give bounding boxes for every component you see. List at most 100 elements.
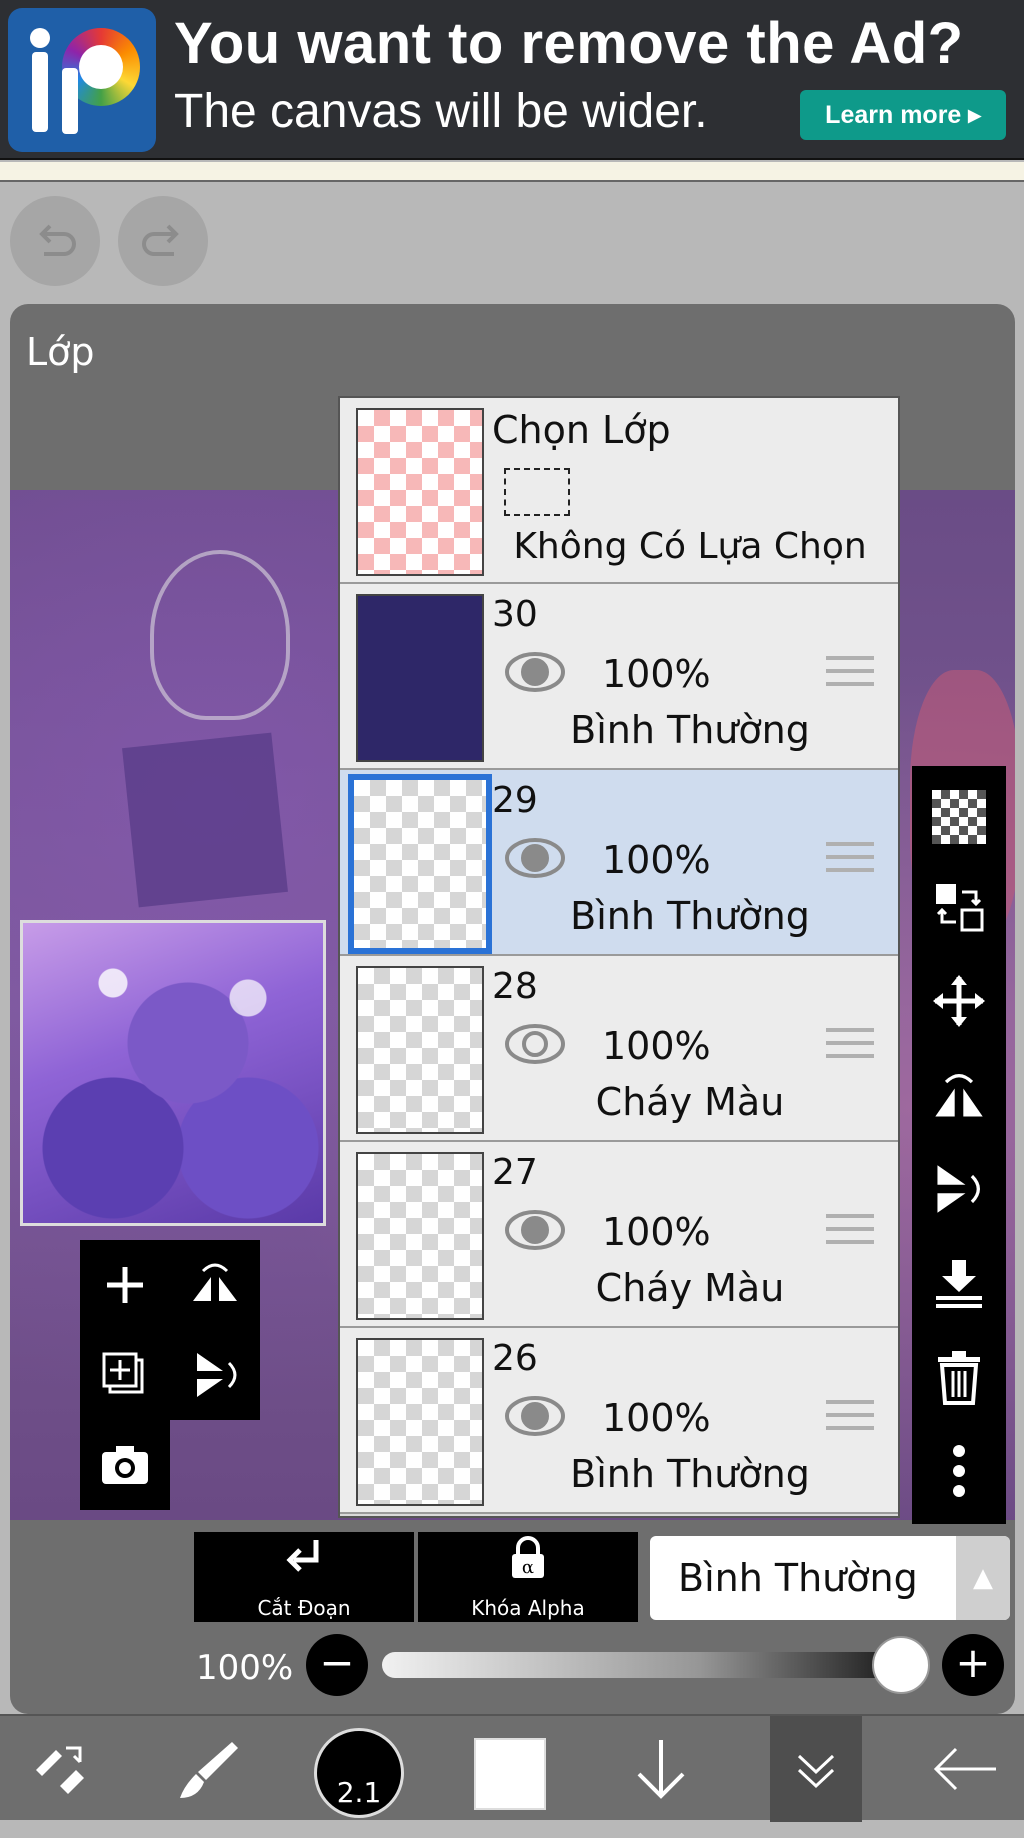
layer-thumbnail [356, 1338, 484, 1506]
layer-row[interactable]: 27 100% Cháy Màu [340, 1142, 898, 1328]
transparency-icon [932, 790, 986, 844]
layer-row[interactable]: 28 100% Cháy Màu [340, 956, 898, 1142]
layer-thumbnail [356, 966, 484, 1134]
layer-row[interactable]: 26 100% Bình Thường [340, 1328, 898, 1514]
clipping-label: Cắt Đoạn [257, 1596, 351, 1620]
ibis-paint-logo [8, 8, 156, 152]
blend-mode-value: Bình Thường [678, 1556, 918, 1600]
svg-text:α: α [522, 1557, 534, 1578]
more-button[interactable] [912, 1424, 1006, 1518]
opacity-slider-knob[interactable] [872, 1636, 930, 1694]
clipping-icon [194, 1532, 414, 1593]
opacity-label: 100% [196, 1648, 294, 1688]
undo-icon [39, 224, 76, 256]
layer-number: 30 [492, 594, 538, 635]
drag-handle-icon[interactable] [826, 656, 874, 696]
selection-layer-row[interactable]: Chọn Lớp Không Có Lựa Chọn [340, 398, 898, 584]
ad-banner[interactable]: You want to remove the Ad? The canvas wi… [0, 0, 1024, 160]
layer-opacity: 100% [602, 1024, 711, 1068]
move-button[interactable] [912, 954, 1006, 1048]
selection-title: Chọn Lớp [492, 408, 671, 452]
opacity-increase-button[interactable]: + [942, 1634, 1004, 1696]
brush-icon [180, 1742, 238, 1798]
learn-more-button[interactable]: Learn more ▸ [800, 90, 1006, 140]
eye-icon[interactable] [504, 1394, 566, 1438]
brush-size-button[interactable]: 2.1 [314, 1728, 404, 1818]
opacity-decrease-button[interactable]: − [306, 1634, 368, 1696]
eye-open-icon[interactable] [504, 1022, 566, 1066]
plus-icon: + [955, 1638, 991, 1687]
drag-handle-icon[interactable] [826, 1214, 874, 1254]
layer-number: 28 [492, 966, 538, 1007]
layer-thumbnail [348, 774, 492, 954]
layers-button[interactable] [770, 1716, 862, 1822]
layer-swap-icon [936, 884, 984, 932]
drag-handle-icon[interactable] [826, 1028, 874, 1068]
flip-vertical-layer-button[interactable] [912, 1142, 1006, 1236]
layer-number: 26 [492, 1338, 538, 1379]
add-layer-button[interactable] [80, 1240, 170, 1330]
flip-vertical-icon [937, 1165, 980, 1213]
drag-handle-icon[interactable] [826, 1400, 874, 1440]
ad-divider [0, 162, 1024, 182]
download-icon [637, 1740, 685, 1799]
layers-icon [797, 1754, 835, 1789]
selection-status: Không Có Lựa Chọn [513, 526, 867, 567]
merge-down-icon [936, 1260, 982, 1308]
camera-button[interactable] [80, 1420, 170, 1510]
add-special-layer-icon [102, 1352, 144, 1394]
selection-thumbnail [356, 408, 484, 576]
layer-blend-mode: Bình Thường [570, 1452, 810, 1496]
layer-blend-mode: Bình Thường [570, 894, 810, 938]
layer-blend-mode: Cháy Màu [595, 1080, 785, 1124]
layer-swap-button[interactable] [912, 860, 1006, 954]
panel-title: Lớp [26, 330, 95, 374]
left-tool-box [80, 1240, 260, 1420]
camera-icon [102, 1446, 148, 1484]
brush-size-value: 2.1 [336, 1776, 382, 1809]
transparency-button[interactable] [912, 766, 1006, 860]
eye-icon[interactable] [504, 650, 566, 694]
layer-opacity: 100% [602, 652, 711, 696]
layer-row[interactable]: 30 100% Bình Thường [340, 584, 898, 770]
minus-icon: − [319, 1638, 355, 1687]
flip-horizontal-button[interactable] [170, 1240, 260, 1330]
bottom-toolbar: 2.1 [0, 1714, 1024, 1822]
layer-row[interactable]: 29 100% Bình Thường [340, 770, 898, 956]
opacity-slider[interactable] [382, 1652, 912, 1678]
tool-select-button[interactable] [14, 1716, 104, 1822]
more-icon [953, 1445, 965, 1497]
color-button[interactable] [474, 1738, 546, 1810]
flip-horizontal-layer-button[interactable] [912, 1048, 1006, 1142]
flip-vertical-button[interactable] [170, 1330, 260, 1420]
undo-button[interactable] [10, 196, 100, 286]
back-button[interactable] [920, 1716, 1010, 1822]
redo-button[interactable] [118, 196, 208, 286]
flip-vertical-icon [197, 1353, 237, 1397]
canvas-thumbnail[interactable] [20, 920, 326, 1226]
layer-blend-mode: Cháy Màu [595, 1266, 785, 1310]
drag-handle-icon[interactable] [826, 842, 874, 882]
alpha-lock-label: Khóa Alpha [471, 1596, 585, 1620]
triangle-up-icon: ▲ [956, 1536, 1010, 1620]
tool-select-icon [36, 1746, 84, 1794]
delete-layer-button[interactable] [912, 1330, 1006, 1424]
eye-icon[interactable] [504, 1208, 566, 1252]
blend-mode-select[interactable]: Bình Thường ▲ [650, 1536, 1010, 1620]
redo-icon [142, 224, 179, 256]
alpha-lock-button[interactable]: α Khóa Alpha [418, 1532, 638, 1622]
add-special-layer-button[interactable] [80, 1330, 170, 1420]
move-icon [933, 975, 985, 1027]
layer-opacity: 100% [602, 838, 711, 882]
clipping-button[interactable]: Cắt Đoạn [194, 1532, 414, 1622]
layer-opacity: 100% [602, 1210, 711, 1254]
brush-tool-button[interactable] [164, 1716, 254, 1822]
layer-list[interactable]: Chọn Lớp Không Có Lựa Chọn 30 100% Bình … [338, 396, 900, 1518]
left-tool-box-bottom [80, 1420, 170, 1510]
layer-thumbnail [356, 1152, 484, 1320]
flip-horizontal-icon [193, 1263, 237, 1301]
merge-down-button[interactable] [912, 1236, 1006, 1330]
eye-icon[interactable] [504, 836, 566, 880]
layer-blend-mode: Bình Thường [570, 708, 810, 752]
download-button[interactable] [616, 1716, 706, 1822]
